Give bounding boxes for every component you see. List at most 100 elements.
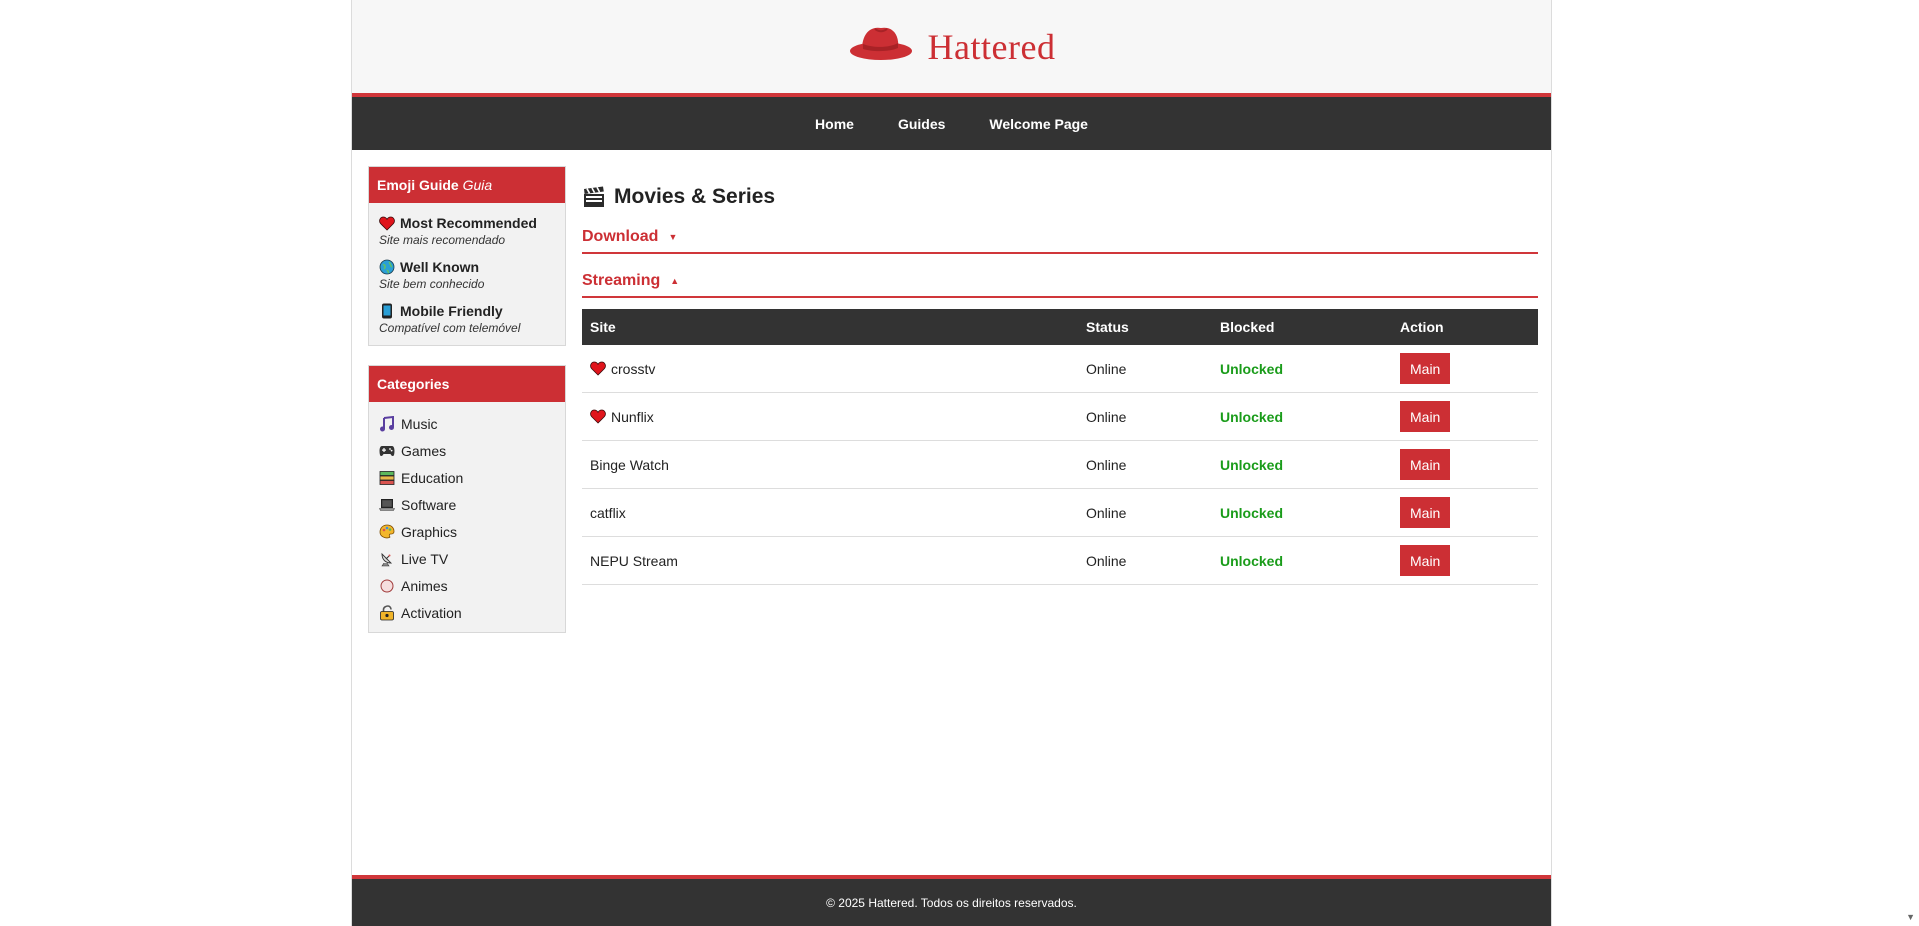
clapperboard-icon [582, 185, 606, 209]
status-cell: Online [1078, 392, 1212, 441]
category-label: Music [401, 415, 438, 432]
table-row: Nunflix Online Unlocked Main [582, 392, 1538, 441]
table-row: catflix Online Unlocked Main [582, 488, 1538, 537]
blocked-cell: Unlocked [1212, 440, 1392, 489]
nav-guides-link[interactable]: Guides [898, 116, 945, 132]
guide-item-title: Well Known [400, 259, 480, 275]
palette-icon [379, 524, 395, 540]
status-cell: Online [1078, 488, 1212, 537]
site-name: NEPU Stream [590, 552, 678, 569]
blocked-cell: Unlocked [1212, 345, 1392, 393]
category-games[interactable]: Games [379, 437, 555, 464]
section-label: Streaming [582, 272, 661, 289]
books-icon [379, 470, 395, 486]
guide-item-subtitle: Site mais recomendado [379, 233, 506, 247]
guide-item-subtitle: Site bem conhecido [379, 277, 485, 291]
category-software[interactable]: Software [379, 491, 555, 518]
table-header-row: Site Status Blocked Action [582, 309, 1538, 345]
emoji-guide-heading: Emoji Guide Guia [369, 167, 565, 203]
circle-icon [379, 578, 395, 594]
guide-item-mobile-friendly: Mobile Friendly Compatível com telemóvel [369, 303, 565, 335]
streaming-table: Site Status Blocked Action crosstv Onlin… [582, 309, 1538, 585]
music-note-icon [379, 415, 395, 432]
streaming-section-toggle[interactable]: Streaming ▲ [582, 272, 1538, 298]
main-content: Movies & Series Download ▼ Streaming ▲ S… [582, 150, 1538, 585]
guide-item-title: Most Recommended [400, 215, 537, 231]
status-cell: Online [1078, 440, 1212, 489]
site-name: Binge Watch [590, 456, 669, 473]
copyright-text: © 2025 Hattered. Todos os direitos reser… [826, 895, 1077, 910]
column-header-blocked: Blocked [1220, 319, 1275, 335]
site-logo[interactable]: Hattered [848, 24, 1056, 69]
table-row: crosstv Online Unlocked Main [582, 345, 1538, 393]
category-activation[interactable]: Activation [379, 599, 555, 626]
category-animes[interactable]: Animes [379, 572, 555, 599]
guide-item-most-recommended: Most Recommended Site mais recomendado [369, 215, 565, 247]
caret-up-icon: ▲ [670, 276, 680, 286]
emoji-guide-title-suffix: Guia [462, 177, 493, 193]
heart-icon [590, 409, 606, 425]
main-nav: Home Guides Welcome Page [352, 97, 1551, 150]
blocked-cell: Unlocked [1212, 488, 1392, 537]
heart-icon [379, 215, 395, 231]
guide-item-well-known: Well Known Site bem conhecido [369, 259, 565, 291]
category-live-tv[interactable]: Live TV [379, 545, 555, 572]
emoji-guide-title: Emoji Guide [377, 177, 459, 193]
site-name: catflix [590, 504, 626, 521]
blocked-cell: Unlocked [1212, 536, 1392, 585]
category-label: Activation [401, 604, 462, 621]
status-cell: Online [1078, 345, 1212, 393]
download-section-toggle[interactable]: Download ▼ [582, 228, 1538, 254]
category-label: Education [401, 469, 464, 486]
categories-box: Categories Music Games Education Softwar… [368, 365, 566, 633]
site-name: Nunflix [611, 408, 654, 425]
main-link-button[interactable]: Main [1400, 353, 1451, 384]
scroll-down-arrow-icon[interactable]: ▼ [1906, 912, 1915, 922]
main-link-button[interactable]: Main [1400, 545, 1451, 576]
category-music[interactable]: Music [379, 410, 555, 437]
page-title-text: Movies & Series [614, 185, 776, 208]
heart-icon [590, 361, 606, 377]
category-label: Graphics [401, 523, 458, 540]
table-row: Binge Watch Online Unlocked Main [582, 440, 1538, 489]
blocked-cell: Unlocked [1212, 392, 1392, 441]
section-label: Download [582, 228, 659, 245]
category-graphics[interactable]: Graphics [379, 518, 555, 545]
category-label: Games [401, 442, 447, 459]
category-label: Animes [401, 577, 448, 594]
sidebar: Emoji Guide Guia Most Recommended Site m… [368, 166, 566, 652]
main-link-button[interactable]: Main [1400, 401, 1451, 432]
category-label: Software [401, 496, 457, 513]
site-footer: © 2025 Hattered. Todos os direitos reser… [352, 875, 1551, 926]
column-header-action: Action [1400, 319, 1444, 335]
emoji-guide-list: Most Recommended Site mais recomendado W… [369, 215, 565, 345]
caret-down-icon: ▼ [668, 232, 678, 242]
category-label: Live TV [401, 550, 449, 567]
table-row: NEPU Stream Online Unlocked Main [582, 536, 1538, 585]
nav-home-link[interactable]: Home [815, 116, 854, 132]
site-title: Hattered [927, 26, 1056, 67]
emoji-guide-box: Emoji Guide Guia Most Recommended Site m… [368, 166, 566, 346]
guide-item-subtitle: Compatível com telemóvel [379, 321, 521, 335]
main-link-button[interactable]: Main [1400, 497, 1451, 528]
guide-item-title: Mobile Friendly [400, 303, 503, 319]
mobile-phone-icon [379, 303, 395, 319]
categories-heading: Categories [369, 366, 565, 402]
key-lock-icon [379, 604, 395, 621]
column-header-site: Site [590, 319, 616, 335]
gamepad-icon [379, 443, 395, 459]
globe-icon [379, 259, 395, 275]
category-education[interactable]: Education [379, 464, 555, 491]
page-title: Movies & Series [582, 185, 1538, 209]
categories-list: Music Games Education Software Graphics … [369, 402, 565, 632]
nav-welcome-page-link[interactable]: Welcome Page [989, 116, 1088, 132]
fedora-hat-icon [848, 24, 914, 69]
page-container: Hattered Home Guides Welcome Page Emoji … [351, 0, 1552, 926]
main-link-button[interactable]: Main [1400, 449, 1451, 480]
satellite-antenna-icon [379, 551, 395, 567]
site-name: crosstv [611, 360, 656, 377]
site-header: Hattered [352, 0, 1551, 97]
status-cell: Online [1078, 536, 1212, 585]
column-header-status: Status [1086, 319, 1129, 335]
laptop-icon [379, 497, 395, 513]
